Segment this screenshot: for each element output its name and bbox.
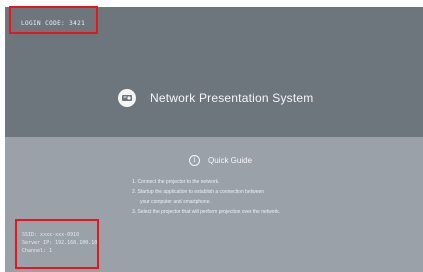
network-info-highlight-box — [15, 219, 99, 269]
step-2-continued: your computer and smartphone. — [140, 199, 211, 205]
quick-guide-title: Quick Guide — [208, 156, 253, 165]
projector-logo-icon — [118, 89, 136, 107]
quick-guide-steps: 1. Connect the projector to the network.… — [132, 177, 362, 217]
step-1: 1. Connect the projector to the network. — [132, 179, 220, 185]
login-code-highlight-box — [9, 6, 98, 34]
info-icon: i — [189, 155, 200, 166]
brand-row: Network Presentation System — [118, 89, 313, 107]
app-title: Network Presentation System — [150, 91, 314, 105]
quick-guide-header: i Quick Guide — [189, 155, 252, 166]
step-3: 3. Select the projector that will perfor… — [132, 209, 281, 215]
step-2: 2. Startup the application to establish … — [132, 189, 265, 195]
